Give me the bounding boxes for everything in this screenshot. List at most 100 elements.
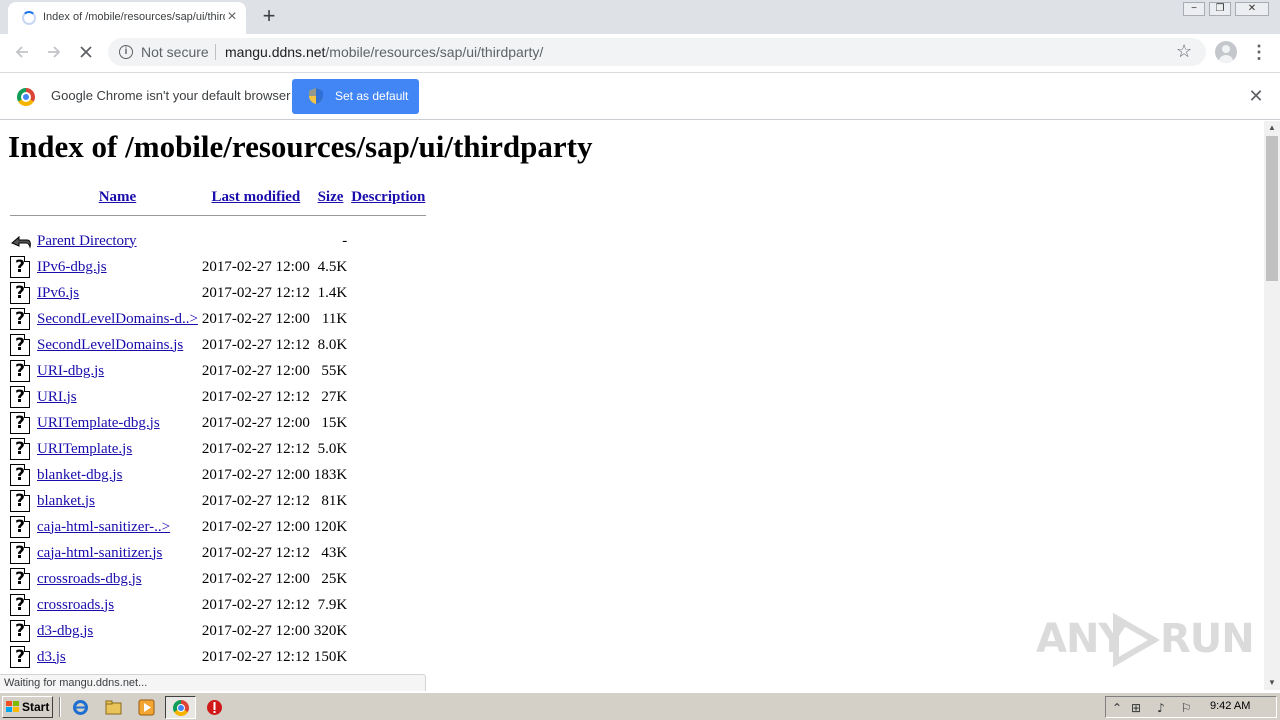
file-link[interactable]: URITemplate.js — [37, 441, 132, 457]
tab-strip: Index of /mobile/resources/sap/ui/thirdp… — [0, 0, 1280, 34]
page-title: Index of /mobile/resources/sap/ui/thirdp… — [8, 129, 593, 164]
column-header-description[interactable]: Description — [350, 185, 426, 209]
column-header-size[interactable]: Size — [313, 185, 348, 209]
file-icon-cell: ? — [10, 515, 34, 539]
file-link[interactable]: caja-html-sanitizer-..> — [37, 519, 170, 535]
parent-icon-cell — [10, 229, 34, 253]
set-as-default-button[interactable]: Set as default — [292, 79, 419, 114]
unknown-file-icon: ? — [10, 256, 30, 278]
file-name-cell: d3-dbg.js — [36, 619, 199, 643]
column-header-modified[interactable]: Last modified — [201, 185, 311, 209]
minimize-button[interactable]: − — [1183, 2, 1205, 16]
tray-expand-icon[interactable]: ⌃ — [1110, 701, 1124, 715]
file-row: ? SecondLevelDomains-d..> 2017-02-27 12:00… — [10, 307, 426, 331]
media-player-icon[interactable] — [138, 699, 155, 716]
file-link[interactable]: blanket-dbg.js — [37, 467, 122, 483]
infobar-close-icon[interactable]: ✕ — [1246, 86, 1266, 106]
unknown-file-icon: ? — [10, 490, 30, 512]
file-link[interactable]: SecondLevelDomains-d..> — [37, 311, 198, 327]
file-row: ? blanket-dbg.js 2017-02-27 12:00 183K — [10, 463, 426, 487]
sort-modified-link[interactable]: Last modified — [212, 189, 301, 205]
icon-column-header — [10, 185, 34, 209]
file-description-cell — [350, 619, 426, 643]
file-link[interactable]: IPv6.js — [37, 285, 79, 301]
tab-active[interactable]: Index of /mobile/resources/sap/ui/thirdp… — [8, 2, 246, 34]
unknown-file-icon: ? — [10, 594, 30, 616]
file-row: ? IPv6-dbg.js 2017-02-27 12:00 4.5K — [10, 255, 426, 279]
file-row: ? URI.js 2017-02-27 12:12 27K — [10, 385, 426, 409]
restore-button[interactable]: ❐ — [1209, 2, 1231, 16]
profile-avatar-icon[interactable] — [1215, 41, 1237, 63]
file-modified-cell: 2017-02-27 12:12 — [201, 544, 310, 561]
internet-explorer-icon[interactable] — [72, 699, 89, 716]
file-link[interactable]: URI-dbg.js — [37, 363, 104, 379]
forward-button[interactable] — [42, 40, 66, 64]
file-size-cell: 5.0K — [317, 440, 348, 457]
tab-close-icon[interactable]: × — [224, 9, 240, 25]
scrollbar-thumb[interactable] — [1266, 136, 1278, 281]
column-header-name[interactable]: Name — [36, 185, 199, 209]
file-modified-cell: 2017-02-27 12:12 — [201, 440, 310, 457]
chrome-taskbar-icon — [173, 700, 189, 716]
info-icon[interactable]: i — [119, 45, 133, 59]
stop-sign-icon[interactable] — [206, 699, 223, 716]
file-link[interactable]: d3.js — [37, 649, 66, 665]
volume-icon[interactable]: ♪ — [1154, 701, 1168, 715]
start-button[interactable]: Start — [2, 696, 53, 718]
scroll-down-arrow-icon[interactable]: ▼ — [1264, 676, 1280, 690]
file-link[interactable]: SecondLevelDomains.js — [37, 337, 183, 353]
security-label[interactable]: Not secure — [141, 44, 209, 60]
file-name-cell: URI.js — [36, 385, 199, 409]
unknown-file-icon: ? — [10, 282, 30, 304]
file-size-cell: 320K — [313, 622, 348, 639]
vertical-scrollbar[interactable]: ▲ ▼ — [1264, 121, 1280, 690]
file-size-cell: 8.0K — [317, 336, 348, 353]
unknown-file-icon: ? — [10, 646, 30, 668]
taskbar-clock[interactable]: 9:42 AM — [1210, 700, 1250, 712]
file-size-cell: 81K — [321, 492, 348, 509]
file-description-cell — [350, 255, 426, 279]
file-name-cell: SecondLevelDomains-d..> — [36, 307, 199, 331]
network-icon[interactable]: ⊞ — [1129, 701, 1143, 715]
file-link[interactable]: URI.js — [37, 389, 77, 405]
explorer-folder-icon[interactable] — [105, 699, 122, 716]
back-button[interactable] — [10, 40, 34, 64]
new-tab-button[interactable]: + — [258, 5, 280, 27]
file-link[interactable]: crossroads-dbg.js — [37, 571, 142, 587]
close-window-button[interactable]: ✕ — [1235, 2, 1269, 16]
file-link[interactable]: crossroads.js — [37, 597, 114, 613]
file-link[interactable]: URITemplate-dbg.js — [37, 415, 160, 431]
scroll-up-arrow-icon[interactable]: ▲ — [1264, 121, 1280, 135]
page-viewport: Index of /mobile/resources/sap/ui/thirdp… — [0, 121, 1264, 690]
file-modified-cell: 2017-02-27 12:00 — [201, 310, 310, 327]
file-row: ? SecondLevelDomains.js 2017-02-27 12:12 8.… — [10, 333, 426, 357]
bookmark-star-icon[interactable]: ☆ — [1176, 41, 1192, 62]
file-row: ? crossroads-dbg.js 2017-02-27 12:00 25K — [10, 567, 426, 591]
file-icon-cell: ? — [10, 463, 34, 487]
taskbar-chrome-button[interactable] — [165, 696, 196, 719]
file-size-cell: 43K — [321, 544, 348, 561]
file-link[interactable]: blanket.js — [37, 493, 95, 509]
kebab-menu-icon[interactable]: ⋮ — [1250, 41, 1268, 63]
file-icon-cell: ? — [10, 593, 34, 617]
sort-description-link[interactable]: Description — [351, 189, 425, 205]
file-icon-cell: ? — [10, 619, 34, 643]
file-name-cell: blanket.js — [36, 489, 199, 513]
address-bar[interactable]: i Not secure mangu.ddns.net/mobile/resou… — [108, 38, 1206, 66]
taskbar-divider — [59, 697, 61, 717]
url-text[interactable]: mangu.ddns.net/mobile/resources/sap/ui/t… — [225, 44, 543, 60]
file-link[interactable]: d3-dbg.js — [37, 623, 93, 639]
parent-directory-link[interactable]: Parent Directory — [37, 233, 137, 249]
file-link[interactable]: caja-html-sanitizer.js — [37, 545, 162, 561]
url-separator — [215, 44, 216, 60]
default-browser-infobar: Google Chrome isn't your default browser… — [0, 72, 1280, 120]
stop-loading-button[interactable] — [74, 40, 98, 64]
sort-size-link[interactable]: Size — [318, 189, 344, 205]
file-link[interactable]: IPv6-dbg.js — [37, 259, 107, 275]
file-description-cell — [350, 307, 426, 331]
file-name-cell: caja-html-sanitizer-..> — [36, 515, 199, 539]
file-size-cell: 183K — [313, 466, 348, 483]
sort-name-link[interactable]: Name — [99, 189, 137, 205]
file-row: ? caja-html-sanitizer.js 2017-02-27 12:12 4… — [10, 541, 426, 565]
action-center-flag-icon[interactable]: ⚐ — [1179, 701, 1193, 715]
